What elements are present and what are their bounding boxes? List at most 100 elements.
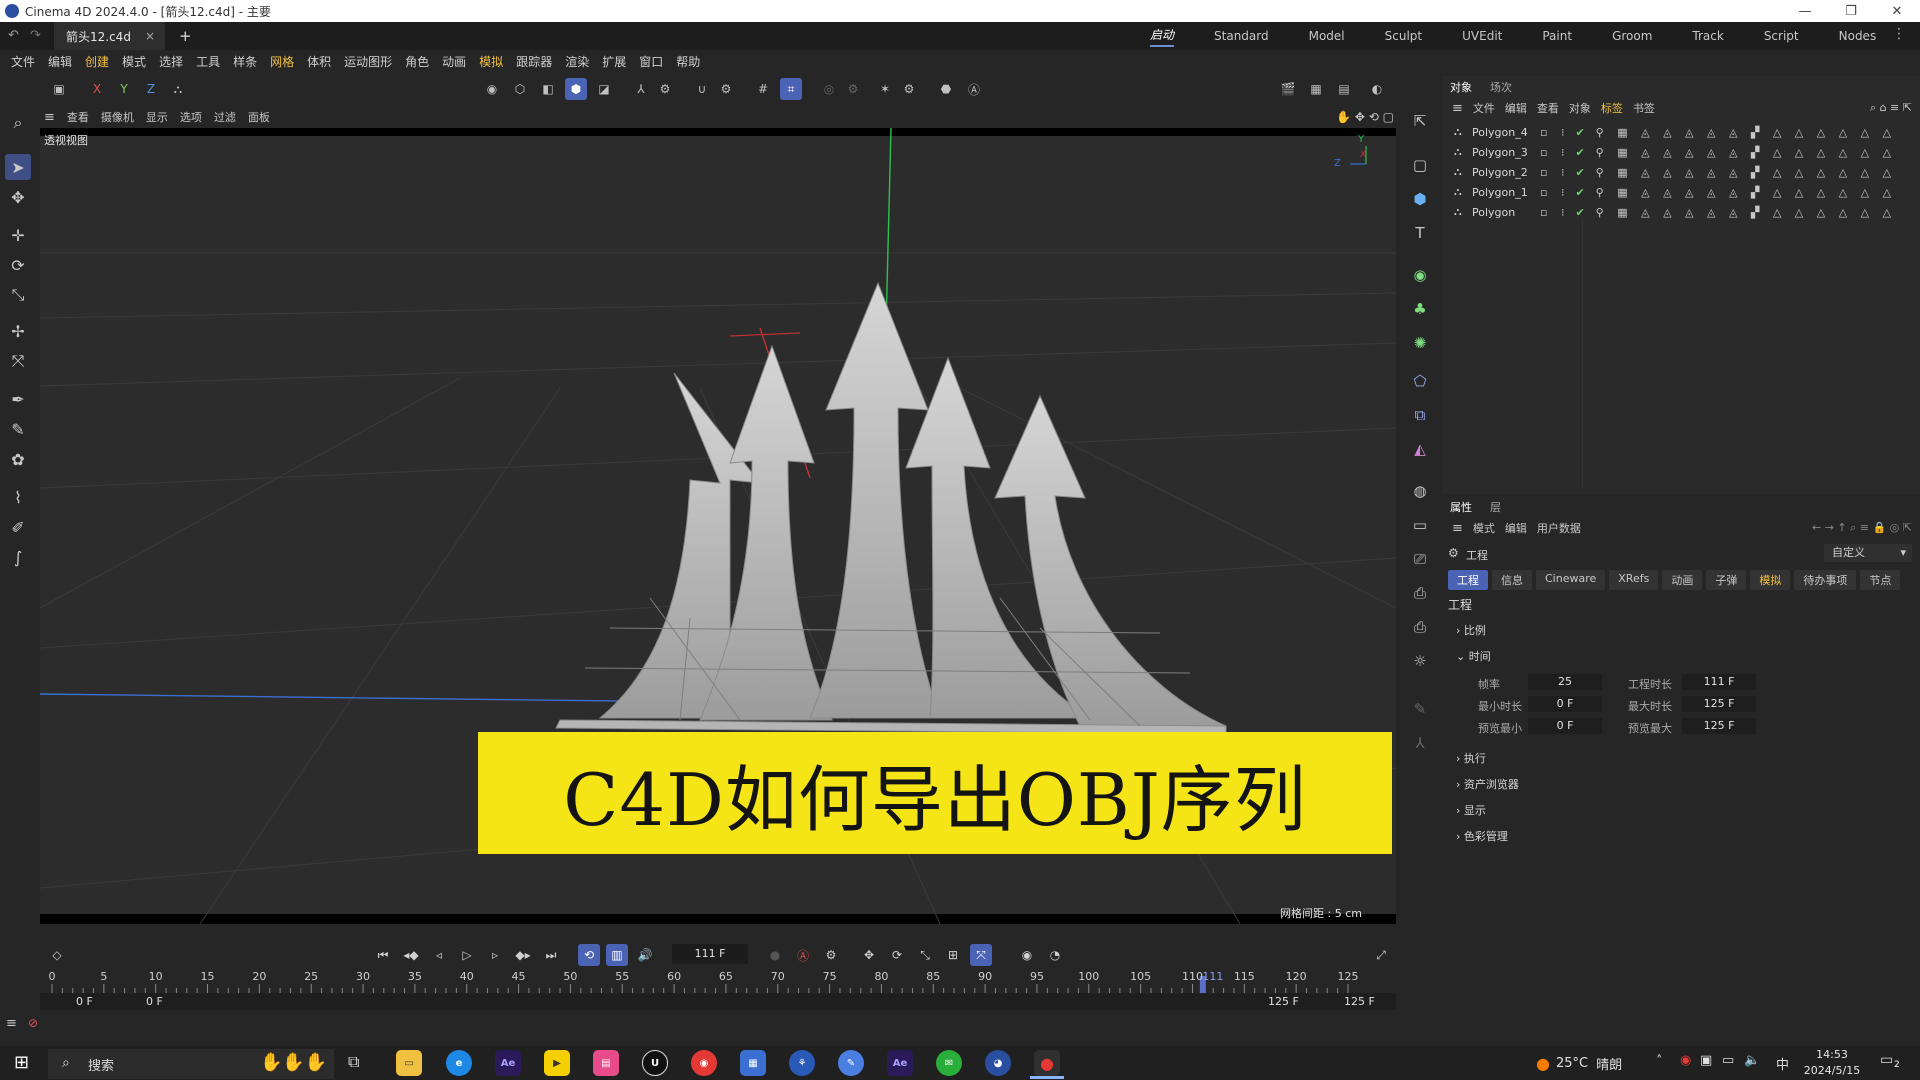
render-to-picture-viewer-icon[interactable]: ▦: [1305, 78, 1327, 100]
subtab-project[interactable]: 工程: [1448, 570, 1488, 590]
brush-tool-icon[interactable]: ⌇: [5, 484, 31, 510]
model-mode-icon[interactable]: ◉: [481, 78, 503, 100]
maximize-button[interactable]: ❐: [1828, 4, 1874, 19]
coordinate-system-icon[interactable]: ⛬: [167, 78, 189, 100]
file-explorer-icon[interactable]: ▭: [396, 1050, 422, 1076]
previous-frame-icon[interactable]: ◃: [428, 944, 450, 966]
snap-settings-icon[interactable]: ⚙: [715, 78, 737, 100]
after-effects-2-icon[interactable]: Ae: [887, 1050, 913, 1076]
soft-selection-icon[interactable]: ✶: [874, 78, 896, 100]
objects-menu-edit[interactable]: 编辑: [1505, 100, 1527, 116]
subtab-simulation[interactable]: 模拟: [1750, 570, 1791, 590]
network-app-icon[interactable]: ⚘: [789, 1050, 815, 1076]
layout-tab-standard[interactable]: Standard: [1214, 29, 1269, 43]
spline-smooth-icon[interactable]: ∫: [5, 544, 31, 570]
motion-clip-icon[interactable]: ◉: [1016, 944, 1038, 966]
media-app-icon[interactable]: ▤: [593, 1050, 619, 1076]
volume-icon[interactable]: 🔈: [1744, 1053, 1760, 1068]
redshift-render-icon[interactable]: ◐: [1366, 78, 1388, 100]
cloner-icon[interactable]: ♣: [1407, 296, 1433, 322]
range-end-field[interactable]: 125 F: [1344, 995, 1375, 1008]
live-selection-icon[interactable]: ✥: [5, 184, 31, 210]
points-mode-icon[interactable]: ⬡: [509, 78, 531, 100]
locked-workplane-icon[interactable]: ⬣: [935, 78, 957, 100]
knife-tool-icon[interactable]: ✐: [5, 514, 31, 540]
menu-spline[interactable]: 样条: [233, 53, 257, 70]
character-icon[interactable]: ⅄: [1407, 730, 1433, 756]
close-button[interactable]: ✕: [1874, 4, 1920, 19]
next-frame-icon[interactable]: ▹: [484, 944, 506, 966]
edges-mode-icon[interactable]: ◧: [537, 78, 559, 100]
subdivision-surface-icon[interactable]: ◉: [1407, 262, 1433, 288]
paint-tool-icon[interactable]: ✿: [5, 446, 31, 472]
wechat-icon[interactable]: ✉: [936, 1050, 962, 1076]
max-time-field[interactable]: 125 F: [1682, 696, 1756, 712]
preview-min-field[interactable]: 0 F: [1528, 718, 1602, 734]
layout-tab-startup[interactable]: 启动: [1150, 26, 1175, 47]
tray-display-icon[interactable]: ▣: [1700, 1053, 1712, 1068]
more-icon[interactable]: ⋮: [1892, 26, 1906, 42]
preview-max-field[interactable]: 125 F: [1682, 718, 1756, 734]
axis-mode-icon[interactable]: ⅄: [630, 78, 652, 100]
menu-edit[interactable]: 编辑: [48, 53, 72, 70]
menu-file[interactable]: 文件: [11, 53, 35, 70]
layout-tab-track[interactable]: Track: [1692, 29, 1723, 43]
viewport-hamburger-icon[interactable]: ≡: [44, 110, 55, 125]
tab-layers[interactable]: 层: [1490, 499, 1501, 515]
subtab-info[interactable]: 信息: [1492, 570, 1532, 590]
taskbar-clock[interactable]: 14:53 2024/5/15: [1792, 1046, 1872, 1080]
new-tab-button[interactable]: +: [179, 27, 192, 45]
key-position-icon[interactable]: ✥: [858, 944, 880, 966]
polygons-mode-icon[interactable]: ⬢: [565, 78, 587, 100]
key-parameter-icon[interactable]: ⊞: [942, 944, 964, 966]
section-scale[interactable]: › 比例: [1456, 622, 1486, 638]
auto-key-icon[interactable]: Ⓐ: [792, 944, 814, 966]
menu-mograph[interactable]: 运动图形: [344, 53, 392, 70]
cube-icon[interactable]: ⬢: [1407, 186, 1433, 212]
viewport-solo-icon[interactable]: ▣: [48, 78, 70, 100]
objects-menu-file[interactable]: 文件: [1473, 100, 1495, 116]
viewport-menu-camera[interactable]: 摄像机: [101, 109, 134, 125]
menu-select[interactable]: 选择: [159, 53, 183, 70]
chrome-icon[interactable]: ◉: [691, 1050, 717, 1076]
move-tool-icon[interactable]: ✛: [5, 222, 31, 248]
key-scale-icon[interactable]: ⤡: [914, 944, 936, 966]
objects-hamburger-icon[interactable]: ≡: [1452, 101, 1463, 116]
effector-icon[interactable]: ✺: [1407, 330, 1433, 356]
null-object-icon[interactable]: ▢: [1407, 152, 1433, 178]
auto-keying-icon[interactable]: Ⓐ: [963, 78, 985, 100]
fcurve-editor-icon[interactable]: ⤢: [1370, 944, 1392, 966]
viewport-menu-view[interactable]: 查看: [67, 109, 89, 125]
key-pla-icon[interactable]: ⤧: [970, 944, 992, 966]
status-menu-icon[interactable]: ≡: [6, 1016, 17, 1031]
subtab-cineware[interactable]: Cineware: [1536, 570, 1606, 590]
menu-create[interactable]: 创建: [85, 53, 109, 70]
object-row[interactable]: ⛬ Polygon_1 ▫ ⁝ ✔ ⚲ ▦ ◬ ◬ ◬ ◬ ◬ ▞ △ △ △ △ …: [1442, 182, 1920, 202]
viewport-menu-display[interactable]: 显示: [146, 109, 168, 125]
attributes-menu-edit[interactable]: 编辑: [1505, 520, 1527, 536]
loop-icon[interactable]: ⟲: [578, 944, 600, 966]
attributes-nav-icons[interactable]: ← → ↑ ⌕ ≡ 🔒 ◎ ⇱: [1812, 521, 1912, 535]
attributes-hamburger-icon[interactable]: ≡: [1452, 521, 1463, 536]
objects-menu-tags[interactable]: 标签: [1601, 100, 1623, 116]
viewport-menu-options[interactable]: 选项: [180, 109, 202, 125]
section-time[interactable]: ⌄ 时间: [1456, 648, 1491, 664]
layout-tab-paint[interactable]: Paint: [1542, 29, 1572, 43]
cinema4d-taskbar-icon[interactable]: ◕: [985, 1050, 1011, 1076]
menu-help[interactable]: 帮助: [676, 53, 700, 70]
unreal-engine-icon[interactable]: U: [642, 1050, 668, 1076]
render-settings-icon[interactable]: ▤: [1333, 78, 1355, 100]
axis-settings-icon[interactable]: ⚙: [654, 78, 676, 100]
viewport-nav-icons[interactable]: ✋ ✥ ⟲ ▢: [1336, 110, 1394, 124]
sky-light-icon[interactable]: ☼: [1407, 648, 1433, 674]
tab-objects[interactable]: 对象: [1450, 79, 1472, 95]
subtab-xrefs[interactable]: XRefs: [1609, 570, 1659, 590]
potplayer-icon[interactable]: ▶: [544, 1050, 570, 1076]
environment-icon[interactable]: ◍: [1407, 478, 1433, 504]
go-to-end-icon[interactable]: ⏭: [540, 944, 562, 966]
taskbar-search-input[interactable]: ⌕ 搜索 ✋✋✋: [48, 1049, 334, 1079]
record-keys-icon[interactable]: ●: [764, 944, 786, 966]
subtab-todo[interactable]: 待办事项: [1794, 570, 1857, 590]
object-row[interactable]: ⛬ Polygon_4 ▫ ⁝ ✔ ⚲ ▦ ◬ ◬ ◬ ◬ ◬ ▞ △ △ △ △ …: [1442, 122, 1920, 142]
layout-tab-script[interactable]: Script: [1764, 29, 1799, 43]
